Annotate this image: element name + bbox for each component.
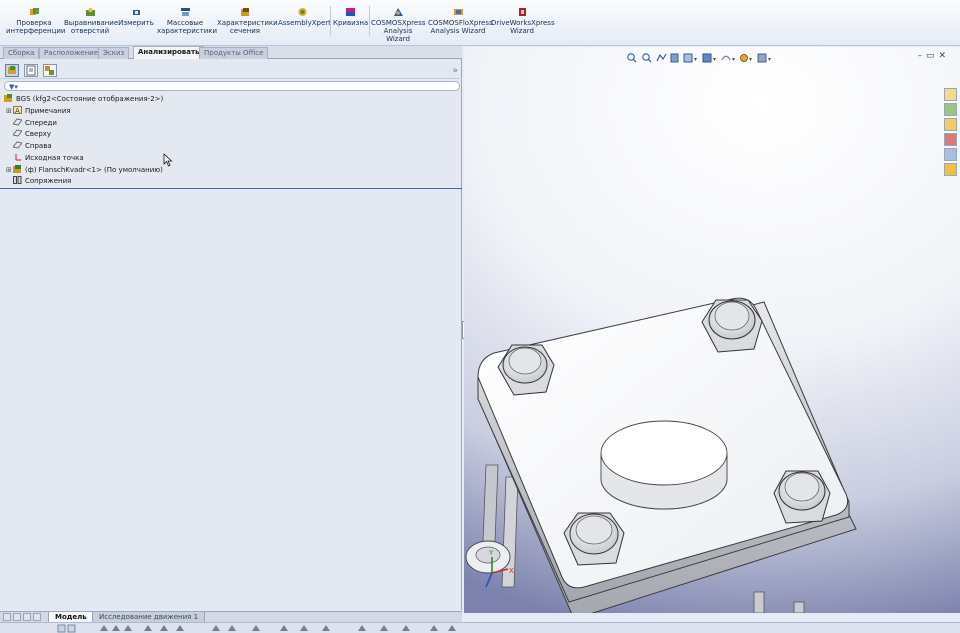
tree-root-assembly[interactable]: BGS (kfg2<Состояние отображения-2>) xyxy=(4,94,163,105)
curvature-icon xyxy=(345,8,355,16)
hole-alignment-button[interactable]: Выравнивание отверстий xyxy=(64,7,118,35)
bolt-nut[interactable] xyxy=(773,470,831,524)
cosmosxpress-icon xyxy=(393,8,403,16)
expand-toggle-icon[interactable]: ⊞ xyxy=(6,106,13,117)
hole-alignment-icon xyxy=(85,7,95,16)
svg-text:Y: Y xyxy=(488,549,494,557)
cosmosxpress-button[interactable]: COSMOSXpress Analysis Wizard xyxy=(371,7,425,43)
ribbon-separator xyxy=(330,6,331,36)
command-tabs: Сборка Расположение Эскиз Анализировать … xyxy=(0,46,462,59)
annotations-icon: A xyxy=(13,106,22,114)
tree-item-annotations[interactable]: ⊞ A Примечания xyxy=(6,106,71,117)
tab-office-products[interactable]: Продукты Office xyxy=(199,47,269,59)
feature-filter-input[interactable]: ▼▾ xyxy=(4,81,460,91)
configuration-icon xyxy=(45,66,54,75)
command-manager-ribbon: Проверка интерференции Выравнивание отве… xyxy=(0,0,960,46)
svg-text:X: X xyxy=(509,567,514,575)
section-properties-icon xyxy=(240,8,249,16)
tab-assembly[interactable]: Сборка xyxy=(3,47,40,59)
mates-icon xyxy=(13,176,22,184)
feature-tree-icon xyxy=(8,66,16,74)
driveworksxpress-button[interactable]: DriveWorksXpress Wizard xyxy=(491,7,555,35)
interference-check-icon xyxy=(29,8,39,15)
last-tab-icon[interactable] xyxy=(33,613,41,621)
tree-item-mates[interactable]: Сопряжения xyxy=(6,176,71,187)
feature-manager-panel: » ▼▾ BGS (kfg2<Состояние отображения-2>)… xyxy=(0,59,462,610)
property-icon xyxy=(26,65,36,76)
tree-item-top-plane[interactable]: Сверху xyxy=(6,129,51,140)
section-properties-button[interactable]: Характеристики сечения xyxy=(217,7,278,35)
expand-panel-icon[interactable]: » xyxy=(452,66,458,76)
tab-sketch[interactable]: Эскиз xyxy=(98,47,130,59)
model-tabs-bar: Модель Исследование движения 1 xyxy=(0,611,462,623)
plane-icon xyxy=(13,141,22,149)
mass-properties-button[interactable]: Массовые характеристики xyxy=(157,7,217,35)
tree-item-flansch-part[interactable]: ⊞ (ф) FlanschKvadr<1> (По умолчанию) xyxy=(6,165,163,176)
panel-toolbar: » xyxy=(0,59,462,79)
measure-icon xyxy=(132,10,140,15)
tree-item-origin[interactable]: Исходная точка xyxy=(6,153,84,164)
tab-layout[interactable]: Расположение xyxy=(39,47,104,59)
cosmosfloxpress-icon xyxy=(453,9,463,15)
assemblyxpert-button[interactable]: AssemblyXpert xyxy=(278,7,331,27)
assembly-icon xyxy=(4,94,12,102)
configuration-manager-tab[interactable] xyxy=(43,64,57,77)
driveworksxpress-icon xyxy=(518,8,526,16)
expand-toggle-icon[interactable]: ⊞ xyxy=(6,165,13,176)
origin-icon xyxy=(15,154,21,161)
tree-item-front-plane[interactable]: Спереди xyxy=(6,118,57,129)
property-manager-tab[interactable] xyxy=(24,64,38,77)
curvature-button[interactable]: Кривизна xyxy=(333,7,368,27)
mouse-cursor-icon xyxy=(163,153,173,167)
mass-properties-icon xyxy=(180,8,190,16)
plane-icon xyxy=(13,129,22,137)
assemblyxpert-icon xyxy=(298,8,306,16)
toolbar-icons-strip xyxy=(57,624,456,633)
tree-item-right-plane[interactable]: Справа xyxy=(6,141,52,152)
svg-text:A: A xyxy=(15,107,20,114)
next-tab-icon[interactable] xyxy=(23,613,31,621)
plane-icon xyxy=(13,118,22,126)
interference-check-button[interactable]: Проверка интерференции xyxy=(6,7,65,35)
bottom-toolbar xyxy=(0,622,960,633)
measure-button[interactable]: Измерить xyxy=(118,7,154,27)
prev-tab-icon[interactable] xyxy=(13,613,21,621)
part-icon xyxy=(13,165,21,173)
first-tab-icon[interactable] xyxy=(3,613,11,621)
tree-rollback-bar[interactable] xyxy=(0,188,462,189)
graphics-viewport[interactable]: ▾ ▾ ▾ ▾ ▾ –▭✕ X Y xyxy=(464,47,960,613)
tab-analyze[interactable]: Анализировать xyxy=(133,46,205,59)
feature-manager-tab[interactable] xyxy=(5,64,19,77)
flange-assembly-model[interactable]: X Y xyxy=(464,47,960,613)
ribbon-separator xyxy=(369,6,370,36)
cosmosfloxpress-button[interactable]: COSMOSFloXpress Analysis Wizard xyxy=(428,7,493,35)
filter-icon: ▼▾ xyxy=(9,83,18,91)
